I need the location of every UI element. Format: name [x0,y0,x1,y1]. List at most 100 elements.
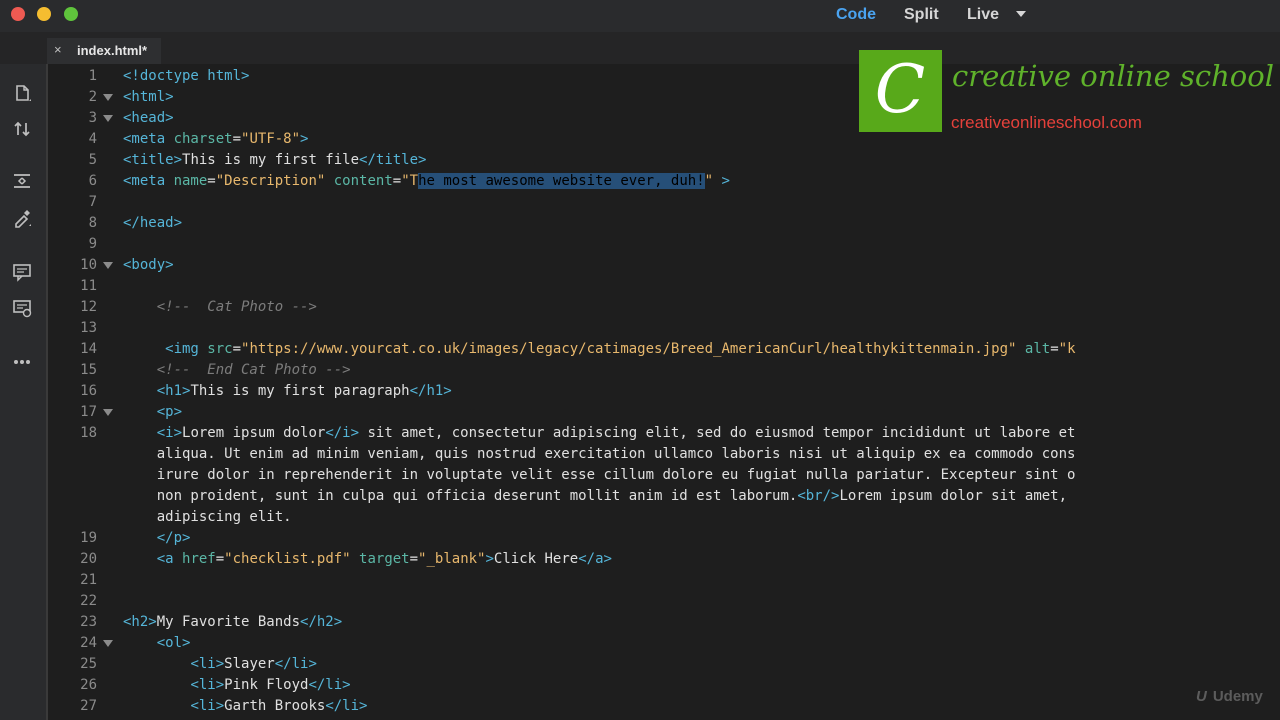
code-line[interactable]: 24 <ol> [48,633,1280,654]
code-token: > [713,172,730,189]
code-line[interactable]: 5 <title>This is my first file</title> [48,150,1280,171]
line-number: 12 [80,298,97,315]
code-line[interactable]: 20 <a href="checklist.pdf" target="_blank… [48,549,1280,570]
code-text: adipiscing elit. [157,507,292,528]
code-line[interactable]: 17 <p> [48,402,1280,423]
code-token: Pink Floyd [224,676,309,693]
code-line[interactable]: 14 <img src="https://www.yourcat.co.uk/im… [48,339,1280,360]
fold-arrow-icon[interactable] [103,408,113,416]
code-token: <br/> [797,487,840,504]
code-token: <i> [156,424,183,441]
code-line[interactable]: 26 <li>Pink Floyd</li> [48,675,1280,696]
code-token: <h1> [156,382,191,399]
comment-icon[interactable] [10,260,34,284]
code-line[interactable]: 19 </p> [48,528,1280,549]
code-line[interactable]: 12 <!-- Cat Photo --> [48,297,1280,318]
fold-arrow-icon[interactable] [103,114,113,122]
code-text: <meta name="Description" content="The mo… [123,171,730,192]
code-token: Slayer [224,655,275,672]
code-token: > [485,550,494,567]
close-window-button[interactable] [11,7,25,21]
code-token: "checklist.pdf" [224,550,360,567]
code-token: </title> [359,151,427,168]
code-token: = [232,130,242,147]
code-text: <li>Pink Floyd</li> [190,675,350,696]
line-number: 22 [80,592,97,609]
line-number: 24 [80,634,97,651]
tab-close-icon[interactable]: × [54,42,62,57]
code-line[interactable]: 16 <h1>This is my first paragraph</h1> [48,381,1280,402]
udemy-logo-icon: U [1196,688,1207,705]
code-token: "T [401,172,419,189]
code-token: = [409,550,419,567]
code-token: </a> [578,550,612,567]
apply-comment-icon[interactable] [10,296,34,320]
code-line[interactable]: 25 <li>Slayer</li> [48,654,1280,675]
line-number: 13 [80,319,97,336]
zoom-window-button[interactable] [64,7,78,21]
code-token: <head> [123,109,174,126]
code-line[interactable]: 22 [48,591,1280,612]
code-line[interactable]: 23 <h2>My Favorite Bands</h2> [48,612,1280,633]
fold-arrow-icon[interactable] [103,639,113,647]
code-editor[interactable]: 1 <!doctype html> 2 <html> 3 <head> 4 <meta cha… [48,64,1280,720]
code-token: <li> [190,697,225,714]
code-token: <p> [156,403,183,420]
more-icon[interactable] [10,350,34,374]
document-tab[interactable]: × index.html* [47,38,161,64]
code-token: This is my first paragraph [190,382,410,399]
line-number: 11 [80,277,97,294]
code-line[interactable]: non proident, sunt in culpa qui officia … [48,486,1280,507]
code-token: <!doctype html> [123,67,250,84]
fold-arrow-icon[interactable] [103,261,113,269]
eyedropper-icon[interactable] [10,206,34,230]
code-token: </i> [325,424,360,441]
code-line[interactable]: 10 <body> [48,255,1280,276]
code-token: name [173,172,208,189]
line-number: 23 [80,613,97,630]
file-icon[interactable] [10,81,34,105]
code-text: <li>Garth Brooks</li> [190,696,367,717]
fold-arrow-icon[interactable] [103,93,113,101]
code-line[interactable]: 13 [48,318,1280,339]
code-line[interactable]: 27 <li>Garth Brooks</li> [48,696,1280,717]
code-token: <img [165,340,208,357]
code-line[interactable]: adipiscing elit. [48,507,1280,528]
code-token: Lorem ipsum dolor [182,424,326,441]
live-view-button[interactable]: Live [967,6,999,24]
code-line[interactable]: 6 <meta name="Description" content="The m… [48,171,1280,192]
code-line[interactable]: 9 [48,234,1280,255]
code-line[interactable]: 15 <!-- End Cat Photo --> [48,360,1280,381]
line-number: 4 [88,130,97,147]
code-line[interactable]: irure dolor in reprehenderit in voluptat… [48,465,1280,486]
code-token: <meta [123,130,174,147]
split-view-button[interactable]: Split [904,6,939,24]
code-token: Garth Brooks [224,697,326,714]
line-number: 16 [80,382,97,399]
live-view-dropdown-icon[interactable] [1016,11,1026,17]
code-line[interactable]: 18 <i>Lorem ipsum dolor</i> sit amet, con… [48,423,1280,444]
code-text: <title>This is my first file</title> [123,150,426,171]
code-line[interactable]: aliqua. Ut enim ad minim veniam, quis no… [48,444,1280,465]
line-number: 14 [80,340,97,357]
code-line[interactable]: 11 [48,276,1280,297]
code-line[interactable]: 8 </head> [48,213,1280,234]
code-token: This is my first file [182,151,360,168]
code-line[interactable]: 7 [48,192,1280,213]
code-token: <html> [123,88,174,105]
expand-icon[interactable] [10,169,34,193]
code-text: <html> [123,87,174,108]
minimize-window-button[interactable] [37,7,51,21]
code-view-button[interactable]: Code [836,6,876,24]
code-token: charset [173,130,233,147]
code-line[interactable]: 21 [48,570,1280,591]
code-token: "_blank" [418,550,486,567]
line-number: 9 [88,235,97,252]
sort-arrows-icon[interactable] [10,117,34,141]
code-text: </p> [157,528,191,549]
line-number: 21 [80,571,97,588]
line-number: 7 [88,193,97,210]
code-token: aliqua. Ut enim ad minim veniam, quis no… [156,445,1076,462]
code-token: = [392,172,402,189]
code-text: <p> [157,402,182,423]
